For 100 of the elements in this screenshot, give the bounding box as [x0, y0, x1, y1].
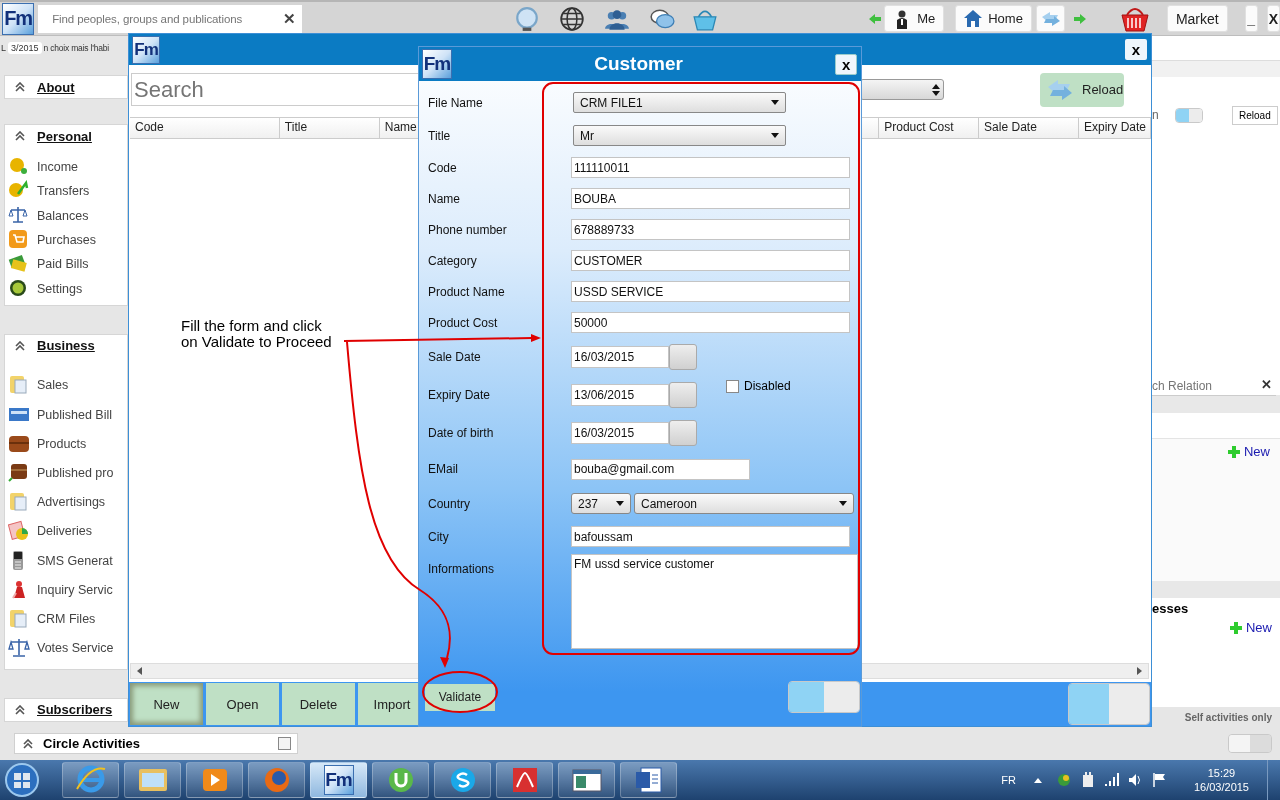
field-label: EMail [427, 462, 459, 476]
dropdown[interactable]: 237 [571, 493, 631, 514]
toolbar-button[interactable]: New [130, 683, 203, 725]
minimize-button[interactable]: _ [1244, 5, 1258, 32]
scales-icon [8, 637, 30, 660]
column-header[interactable]: Sale Date [979, 118, 1079, 138]
taskbar-app[interactable] [558, 762, 615, 798]
taskbar-app[interactable] [620, 762, 677, 798]
section-title[interactable]: Circle Activities [43, 736, 268, 751]
start-button[interactable] [4, 762, 40, 798]
checkbox-label[interactable]: Disabled [726, 379, 791, 393]
sidebar-item[interactable]: Votes Service [5, 633, 127, 663]
sidebar-item[interactable]: SMS Generat [5, 545, 127, 576]
field-label: Product Cost [427, 315, 499, 330]
toggle-switch[interactable] [1068, 683, 1150, 725]
close-button[interactable]: x [1125, 39, 1147, 60]
app-logo: Fm [2, 2, 35, 35]
sidebar-item[interactable]: Purchases [5, 227, 127, 253]
date-field[interactable]: 16/03/2015 [571, 346, 669, 368]
dropdown[interactable] [860, 79, 944, 100]
dropdown[interactable]: Mr [573, 125, 786, 146]
clear-button[interactable]: ✕ [1261, 377, 1272, 392]
date-field[interactable]: 16/03/2015 [571, 422, 669, 444]
show-hidden-icon [1033, 777, 1042, 783]
taskbar-app[interactable] [434, 762, 491, 798]
taskbar-app[interactable]: Fm [310, 762, 367, 798]
column-header[interactable]: Title [279, 118, 380, 138]
column-header[interactable]: Expiry Date [1079, 118, 1151, 138]
sidebar-item[interactable]: Settings [5, 276, 127, 301]
clear-button[interactable]: ✕ [283, 9, 297, 28]
date-field[interactable]: 13/06/2015 [571, 384, 669, 406]
sidebar-item[interactable]: Published pro [5, 458, 127, 488]
sidebar-item[interactable]: Deliveries [5, 516, 127, 546]
spinner-icon [932, 83, 940, 96]
new-link[interactable]: New [1228, 444, 1270, 459]
sidebar-item[interactable]: Balances [5, 203, 127, 228]
language-indicator[interactable]: FR [1001, 774, 1016, 786]
toggle-switch[interactable] [1228, 734, 1272, 753]
text-field[interactable]: 50000 [571, 312, 850, 333]
text-field[interactable]: BOUBA [571, 188, 850, 209]
section-title[interactable]: Subscribers [37, 702, 113, 718]
close-button[interactable]: X [1266, 5, 1280, 32]
text-field[interactable]: 111110011 [571, 157, 850, 178]
sidebar-item[interactable]: Sales [5, 370, 127, 400]
taskbar-app[interactable] [372, 762, 429, 798]
flag-icon [1151, 772, 1168, 788]
checkbox[interactable] [278, 737, 291, 750]
sidebar-item[interactable]: Products [5, 429, 127, 459]
section-title[interactable]: About [37, 79, 75, 95]
taskbar-app[interactable] [62, 762, 119, 798]
section-title[interactable]: Business [37, 338, 95, 354]
toolbar-button[interactable]: Delete [282, 683, 355, 725]
sync-button[interactable] [1035, 5, 1065, 32]
validate-button[interactable]: Validate [425, 683, 495, 711]
sidebar-item[interactable]: Published Bill [5, 399, 127, 430]
text-field[interactable]: CUSTOMER [571, 250, 850, 271]
toggle-switch[interactable] [788, 681, 860, 713]
new-link[interactable]: New [1230, 620, 1272, 635]
app-logo: Fm [422, 49, 452, 79]
toolbar-button[interactable]: Import [358, 683, 418, 725]
text-field[interactable]: bafoussam [571, 526, 850, 547]
text-field[interactable]: bouba@gmail.com [571, 458, 750, 480]
collapse-icon [15, 340, 25, 351]
column-header[interactable]: Product Cost [879, 118, 980, 138]
dropdown[interactable]: Cameroon [634, 493, 854, 514]
dropdown[interactable]: CRM FILE1 [573, 92, 786, 113]
reload-button[interactable]: Reload [1232, 105, 1278, 125]
section-title[interactable]: Personal [37, 128, 92, 144]
home-button[interactable]: Home [955, 5, 1032, 32]
scroll-left-icon [137, 667, 142, 675]
collapse-icon [15, 82, 25, 92]
checkbox[interactable] [726, 379, 739, 393]
sidebar-item[interactable]: Transfers [5, 179, 127, 204]
calendar-button[interactable] [669, 382, 697, 408]
column-header[interactable]: Code [130, 118, 280, 138]
sidebar-item[interactable]: Paid Bills [5, 252, 127, 277]
field-label: Sale Date [427, 350, 482, 364]
field-label: Country [427, 496, 472, 511]
text-field[interactable]: 678889733 [571, 219, 850, 240]
market-button[interactable]: Market [1166, 5, 1228, 32]
network-icon [1055, 772, 1072, 788]
reload-button[interactable]: Reload [1040, 72, 1124, 107]
clock[interactable]: 15:29 16/03/2015 [1193, 766, 1249, 794]
text-area[interactable]: FM ussd service customer [571, 554, 858, 649]
arrows-icon [1046, 77, 1074, 102]
sidebar-item[interactable]: Income [5, 155, 127, 180]
sidebar-item[interactable]: CRM Files [5, 604, 127, 634]
toolbar-button[interactable]: Open [206, 683, 279, 725]
sidebar-item[interactable]: Inquiry Servic [5, 575, 127, 605]
toggle-switch[interactable] [1175, 107, 1203, 123]
arrow-right-icon [1072, 12, 1087, 25]
taskbar-app[interactable] [124, 762, 181, 798]
sidebar-item[interactable]: Advertisings [5, 487, 127, 517]
profile-button[interactable]: Me [884, 5, 945, 32]
taskbar-app[interactable] [496, 762, 553, 798]
close-button[interactable]: x [835, 53, 857, 75]
calendar-button[interactable] [669, 344, 697, 370]
text-field[interactable]: USSD SERVICE [571, 281, 850, 302]
taskbar-app[interactable] [186, 762, 243, 798]
calendar-button[interactable] [669, 420, 697, 446]
